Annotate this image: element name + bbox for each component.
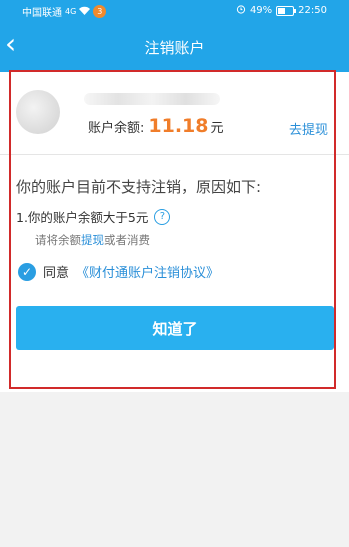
signal-icon: 4G [65, 7, 77, 16]
clock: 22:50 [298, 5, 327, 16]
battery-percent: 49% [249, 5, 273, 16]
hint-suffix: 或者消费 [104, 233, 150, 247]
agreement-link[interactable]: 《财付通账户注销协议》 [76, 262, 219, 281]
account-balance: 账户余额: 11.18 元 [88, 115, 224, 137]
page-title: 注销账户 [144, 39, 205, 57]
condition-item: 1.你的账户余额大于5元 ? [16, 207, 171, 226]
condition-text: 1.你的账户余额大于5元 [16, 210, 149, 225]
carrier-label: 中国联通 [22, 8, 62, 19]
avatar [16, 90, 60, 134]
agree-label: 同意 [43, 266, 70, 281]
checkmark-icon[interactable]: ✓ [18, 262, 36, 281]
reason-title: 你的账户目前不支持注销，原因如下: [16, 178, 262, 196]
hint-prefix: 请将余额 [35, 233, 81, 247]
battery-icon [276, 5, 297, 16]
withdraw-link[interactable]: 去提现 [289, 119, 328, 138]
wifi-icon [79, 6, 91, 18]
nav-bar: ‹ 注销账户 [0, 26, 349, 66]
condition-hint: 请将余额提现或者消费 [35, 232, 150, 248]
balance-unit: 元 [210, 121, 224, 136]
status-bar: 中国联通 4G 3 49% 22:50 [0, 0, 349, 22]
blurred-account-name [84, 93, 220, 105]
top-bar: 中国联通 4G 3 49% 22:50 ‹ 注销账户 [0, 0, 349, 72]
divider [0, 154, 349, 155]
status-right: 49% 22:50 [236, 4, 327, 17]
question-icon[interactable]: ? [154, 208, 171, 225]
balance-label: 账户余额: [88, 121, 145, 136]
notification-badge: 3 [93, 5, 107, 18]
confirm-button[interactable]: 知道了 [16, 306, 334, 350]
hint-withdraw-link[interactable]: 提现 [81, 233, 104, 247]
balance-amount: 11.18 [148, 115, 209, 137]
agreement-row: ✓ 同意 《财付通账户注销协议》 [18, 262, 219, 281]
status-left: 中国联通 4G 3 [22, 4, 107, 19]
alarm-icon [236, 4, 246, 17]
